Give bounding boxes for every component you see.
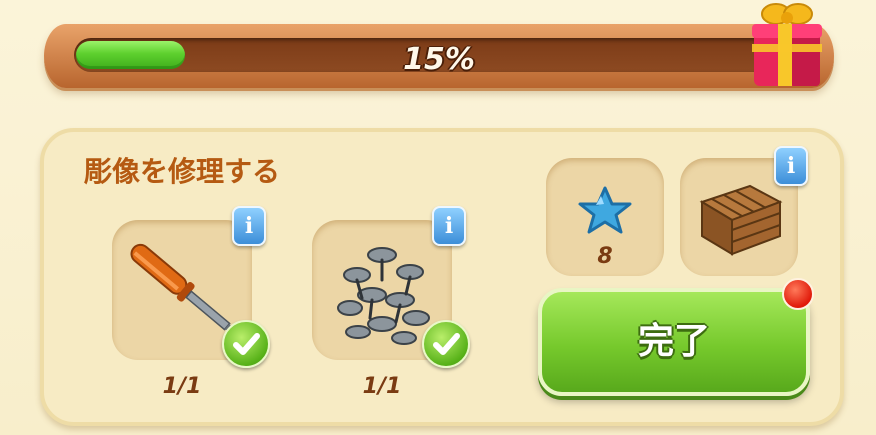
gift-box-icon[interactable] [748,0,826,88]
info-button-crate[interactable]: i [774,146,808,186]
requirement-count-screwdriver: 1/1 [162,374,202,399]
requirement-count-screws: 1/1 [362,374,402,399]
notification-dot [782,278,814,310]
repair-task-panel: 彫像を修理する i 1/1 i 1/1 8 i 完了 [40,128,844,426]
check-icon [422,320,470,368]
reward-amount-star: 8 [597,244,613,269]
complete-button[interactable]: 完了 [538,288,810,396]
panel-title: 彫像を修理する [84,155,281,188]
progress-track: 15% [74,38,804,72]
progress-bar: 15% [44,24,834,88]
info-button-screws[interactable]: i [432,206,466,246]
check-icon [222,320,270,368]
progress-percent: 15% [403,42,475,72]
info-button-screwdriver[interactable]: i [232,206,266,246]
